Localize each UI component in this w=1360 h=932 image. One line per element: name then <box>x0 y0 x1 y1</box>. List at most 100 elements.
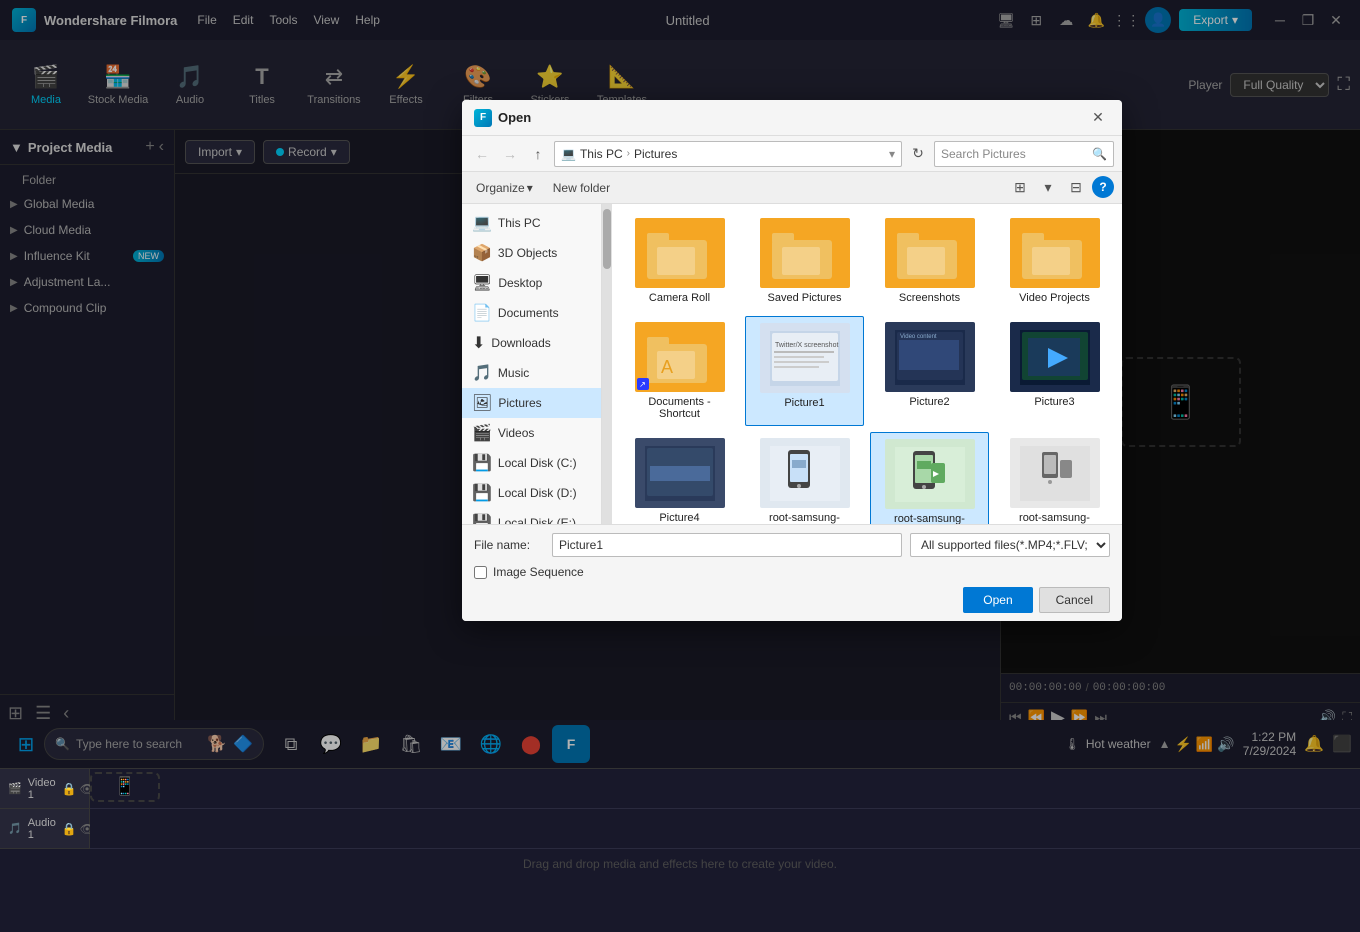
file-item-screenshots[interactable]: Screenshots <box>870 212 989 310</box>
dialog-main: 💻 This PC 📦 3D Objects 🖥 Desktop 📄 Docum… <box>462 204 1122 524</box>
file-item-video-projects[interactable]: Video Projects <box>995 212 1114 310</box>
breadcrumb[interactable]: 💻 This PC › Pictures ▾ <box>554 141 902 167</box>
video-thumb-svg <box>1020 330 1090 385</box>
file-area: Camera Roll Saved Pictures <box>612 204 1122 524</box>
nav-refresh-button[interactable]: ↻ <box>906 142 930 166</box>
picture2-thumb: Video content <box>885 322 975 392</box>
drop-hint: Drag and drop media and effects here to … <box>0 849 1360 879</box>
documents-icon: 📄 <box>472 303 492 323</box>
nav-forward-button[interactable]: → <box>498 142 522 166</box>
drop-placeholder: 📱 <box>90 772 160 802</box>
view-dropdown-icon[interactable]: ▾ <box>1036 176 1060 200</box>
file-item-picture3[interactable]: Picture3 <box>995 316 1114 426</box>
open-button[interactable]: Open <box>963 587 1032 613</box>
sidebar-videos[interactable]: 🎬 Videos <box>462 418 601 448</box>
dialog-logo-icon: F <box>474 109 492 127</box>
saved-pictures-thumb <box>760 218 850 288</box>
sidebar-downloads[interactable]: ⬇ Downloads <box>462 328 601 358</box>
disk-c-icon: 💾 <box>472 453 492 473</box>
sidebar-documents[interactable]: 📄 Documents <box>462 298 601 328</box>
dialog-title-bar: F Open ✕ <box>462 100 1122 136</box>
new-folder-button[interactable]: New folder <box>545 179 618 197</box>
docs-shortcut-name: Documents - Shortcut <box>635 396 725 420</box>
action-buttons: Open Cancel <box>474 587 1110 613</box>
picture4-name: Picture4 <box>659 512 699 524</box>
folder-svg: A <box>645 329 715 385</box>
file-item-camera-roll[interactable]: Camera Roll <box>620 212 739 310</box>
video-track-icon: 🎬 <box>8 782 22 795</box>
disk-e-icon: 💾 <box>472 513 492 524</box>
downloads-icon: ⬇ <box>472 333 485 353</box>
video-track: 🎬 Video 1 🔒 👁 🔇 📱 <box>0 769 1360 809</box>
filetype-select[interactable]: All supported files(*.MP4;*.FLV; <box>910 533 1110 557</box>
preview-pane-icon[interactable]: ⊟ <box>1064 176 1088 200</box>
picture2-name: Picture2 <box>909 396 949 408</box>
audio-track-icon: 🎵 <box>8 822 22 835</box>
lock-icon[interactable]: 🔒 <box>62 782 77 796</box>
scrollbar-thumb[interactable] <box>603 209 611 269</box>
picture1-thumb: Twitter/X screenshot <box>760 323 850 393</box>
track-label-audio: 🎵 Audio 1 🔒 👁 🔇 <box>0 809 90 849</box>
audio-track: 🎵 Audio 1 🔒 👁 🔇 <box>0 809 1360 849</box>
samsung3-svg <box>1020 446 1090 501</box>
file-item-saved-pictures[interactable]: Saved Pictures <box>745 212 864 310</box>
samsung-02-thumb <box>885 439 975 509</box>
image-sequence-checkbox[interactable] <box>474 566 487 579</box>
samsung2-svg <box>895 447 965 502</box>
samsung-01-name: root-samsung-tablet-01 <box>760 512 850 524</box>
nav-up-button[interactable]: ↑ <box>526 142 550 166</box>
desktop-icon: 🖥 <box>472 273 492 293</box>
picture4-thumb <box>635 438 725 508</box>
view-thumbnails-icon[interactable]: ⊞ <box>1008 176 1032 200</box>
cancel-button[interactable]: Cancel <box>1039 587 1110 613</box>
samsung-03-thumb <box>1010 438 1100 508</box>
sidebar-desktop[interactable]: 🖥 Desktop <box>462 268 601 298</box>
organize-button[interactable]: Organize ▾ <box>470 179 539 197</box>
screenshot-svg: Twitter/X screenshot <box>770 331 840 386</box>
sidebar-local-disk-e[interactable]: 💾 Local Disk (E:) <box>462 508 601 524</box>
video-projects-thumb <box>1010 218 1100 288</box>
sidebar-local-disk-d[interactable]: 💾 Local Disk (D:) <box>462 478 601 508</box>
samsung-03-name: root-samsung-tablet-03 <box>1010 512 1100 524</box>
music-icon: 🎵 <box>472 363 492 383</box>
folder-svg <box>770 225 840 281</box>
sidebar-local-disk-c[interactable]: 💾 Local Disk (C:) <box>462 448 601 478</box>
view-controls: ⊞ ▾ ⊟ ? <box>1008 176 1114 200</box>
picture3-thumb <box>1010 322 1100 392</box>
dialog-close-button[interactable]: ✕ <box>1086 106 1110 130</box>
nav-back-button[interactable]: ← <box>470 142 494 166</box>
picture3-name: Picture3 <box>1034 396 1074 408</box>
dialog-search[interactable]: Search Pictures 🔍 <box>934 141 1114 167</box>
file-item-samsung-01[interactable]: root-samsung-tablet-01 <box>745 432 864 524</box>
sidebar-scrollbar[interactable] <box>602 204 612 524</box>
sidebar-3d-objects[interactable]: 📦 3D Objects <box>462 238 601 268</box>
dialog-toolbar: Organize ▾ New folder ⊞ ▾ ⊟ ? <box>462 172 1122 204</box>
file-item-picture4[interactable]: Picture4 <box>620 432 739 524</box>
lock-icon[interactable]: 🔒 <box>62 822 77 836</box>
filename-row: File name: All supported files(*.MP4;*.F… <box>474 533 1110 557</box>
track-label-video: 🎬 Video 1 🔒 👁 🔇 <box>0 769 90 809</box>
folder-svg <box>895 225 965 281</box>
picture1-name: Picture1 <box>784 397 824 409</box>
file-item-picture2[interactable]: Video content Picture2 <box>870 316 989 426</box>
image-sequence-row: Image Sequence <box>474 565 1110 579</box>
file-item-picture1[interactable]: Twitter/X screenshot Picture1 <box>745 316 864 426</box>
sidebar-pictures[interactable]: 🖼 Pictures <box>462 388 601 418</box>
docs-shortcut-thumb: A ↗ <box>635 322 725 392</box>
file-item-samsung-03[interactable]: root-samsung-tablet-03 <box>995 432 1114 524</box>
file-grid: Camera Roll Saved Pictures <box>620 212 1114 524</box>
file-item-samsung-02[interactable]: root-samsung-tablet-02 <box>870 432 989 524</box>
dialog-nav: ← → ↑ 💻 This PC › Pictures ▾ ↻ Search Pi… <box>462 136 1122 172</box>
folder-svg <box>1020 225 1090 281</box>
sidebar-this-pc[interactable]: 💻 This PC <box>462 208 601 238</box>
computer-icon: 💻 <box>472 213 492 233</box>
breadcrumb-separator: › <box>627 148 630 159</box>
breadcrumb-icon: 💻 <box>561 147 576 161</box>
breadcrumb-dropdown-icon[interactable]: ▾ <box>889 147 895 161</box>
dialog-sidebar: 💻 This PC 📦 3D Objects 🖥 Desktop 📄 Docum… <box>462 204 602 524</box>
help-button[interactable]: ? <box>1092 176 1114 198</box>
filename-input[interactable] <box>552 533 902 557</box>
video-projects-name: Video Projects <box>1019 292 1090 304</box>
sidebar-music[interactable]: 🎵 Music <box>462 358 601 388</box>
file-item-docs-shortcut[interactable]: A ↗ Documents - Shortcut <box>620 316 739 426</box>
